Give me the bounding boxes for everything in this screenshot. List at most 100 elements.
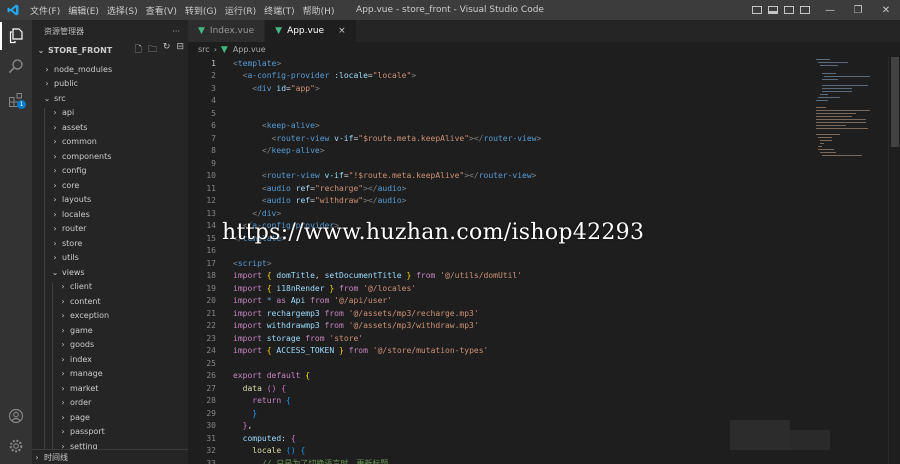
search-icon[interactable] [0,52,32,80]
close-window-button[interactable]: ✕ [872,0,900,20]
title-bar: 文件(F) 编辑(E) 选择(S) 查看(V) 转到(G) 运行(R) 终端(T) 帮助(H)… [0,0,900,20]
menu-item[interactable]: 帮助(H) [299,4,339,17]
tree-item[interactable]: › core [32,178,188,193]
code-token: , [314,271,325,281]
tree-item-label: goods [70,340,95,350]
tree-item[interactable]: › node_modules [32,62,188,77]
toggle-sidebar-icon[interactable] [752,6,762,14]
breadcrumb: src › ▼ App.vue [188,42,900,57]
code-text: </div> [233,209,281,218]
code-token: router-view [276,133,330,143]
tree-item[interactable]: › content [32,294,188,309]
menu-item[interactable]: 编辑(E) [64,4,103,17]
code-line: 22 import withdrawmp3 from '@/assets/mp3/… [188,320,808,333]
code-line: 2 <a-config-provider :locale="locale"> [188,70,808,83]
tree-item-label: manage [70,369,103,379]
line-number: 28 [206,396,216,406]
line-number: 13 [206,208,216,218]
menu-item[interactable]: 文件(F) [26,4,64,17]
code-token: computed [242,433,282,443]
code-token: ></ [469,133,484,143]
customize-layout-icon[interactable] [800,6,810,14]
code-token: rechargemp3 [266,308,320,318]
menu-item[interactable]: 查看(V) [142,4,181,17]
line-number: 26 [206,371,216,381]
scrollbar-thumb[interactable] [891,57,899,147]
account-icon[interactable] [0,402,32,430]
tree-item[interactable]: › locales [32,207,188,222]
line-number: 19 [206,283,216,293]
tree-item[interactable]: › game [32,323,188,338]
chevron-right-icon: › [53,209,57,219]
refresh-icon[interactable]: ↻ [163,42,171,58]
code-editor[interactable]: 1 <template> 2 <a-config-provider :locale=… [188,57,808,464]
restore-button[interactable]: ❐ [844,0,872,20]
minimize-button[interactable]: — [816,0,844,20]
tree-item[interactable]: › layouts [32,193,188,208]
tree-item[interactable]: › exception [32,309,188,324]
close-tab-icon[interactable]: × [338,26,346,36]
code-line: 23 import storage from 'store' [188,332,808,345]
settings-gear-icon[interactable] [0,432,32,460]
tree-item[interactable]: › client [32,280,188,295]
explorer-icon[interactable] [0,22,32,50]
breadcrumb-file[interactable]: App.vue [233,45,266,54]
tree-item[interactable]: › router [32,222,188,237]
tree-item-label: components [62,151,112,161]
tree-item[interactable]: › assets [32,120,188,135]
tree-item[interactable]: › page [32,410,188,425]
tree-item[interactable]: › public [32,77,188,92]
extensions-icon[interactable]: 1 [0,86,32,114]
code-token: import [233,346,262,356]
menu-item[interactable]: 选择(S) [103,4,142,17]
code-line: 29 } [188,407,808,420]
watermark-text: https://www.huzhan.com/ishop42293 [222,220,645,245]
breadcrumb-folder[interactable]: src [198,45,210,54]
code-token: audio [377,196,402,206]
code-text: data () { [233,384,286,393]
explorer-more-button[interactable]: ··· [172,27,180,36]
tree-item[interactable]: › config [32,164,188,179]
tree-item[interactable]: › order [32,396,188,411]
tree-item[interactable]: › common [32,135,188,150]
tree-item[interactable]: ⌄ src [32,91,188,106]
tree-item[interactable]: › passport [32,425,188,440]
code-token: > [319,146,325,156]
code-token: from [348,346,368,356]
code-token: v-if [324,171,344,181]
code-text: } [233,409,257,418]
minimap[interactable] [808,57,888,464]
editor-tab[interactable]: ▼ App.vue × [265,20,357,42]
project-header[interactable]: ⌄ STORE_FRONT 🗋 🗀 ↻ ⊟ [32,42,188,58]
vertical-scrollbar[interactable] [888,57,900,464]
tree-item[interactable]: › utils [32,251,188,266]
tree-item[interactable]: › market [32,381,188,396]
timeline-section[interactable]: › 时间线 [32,449,188,464]
code-line: 4 [188,95,808,108]
tree-item[interactable]: › components [32,149,188,164]
tree-item[interactable]: › store [32,236,188,251]
toggle-secondary-sidebar-icon[interactable] [784,6,794,14]
code-token: > [411,71,417,81]
new-folder-icon[interactable]: 🗀 [148,42,157,58]
tree-item[interactable]: › manage [32,367,188,382]
code-token: from [310,296,330,306]
menu-item[interactable]: 运行(R) [221,4,260,17]
tree-item[interactable]: › index [32,352,188,367]
tree-item-label: order [70,398,92,408]
chevron-right-icon: › [53,253,57,263]
toggle-panel-icon[interactable] [768,6,778,14]
editor-tab[interactable]: ▼ Index.vue [188,20,266,42]
menu-item[interactable]: 转到(G) [181,4,221,17]
tree-item[interactable]: ⌄ views [32,265,188,280]
new-file-icon[interactable]: 🗋 [135,42,142,58]
chevron-right-icon: › [61,427,65,437]
collapse-all-icon[interactable]: ⊟ [176,42,184,58]
tree-item[interactable]: › goods [32,338,188,353]
tree-item[interactable]: › api [32,106,188,121]
tree-item-label: public [54,79,79,89]
menu-item[interactable]: 终端(T) [260,4,299,17]
chevron-right-icon: › [61,369,65,379]
